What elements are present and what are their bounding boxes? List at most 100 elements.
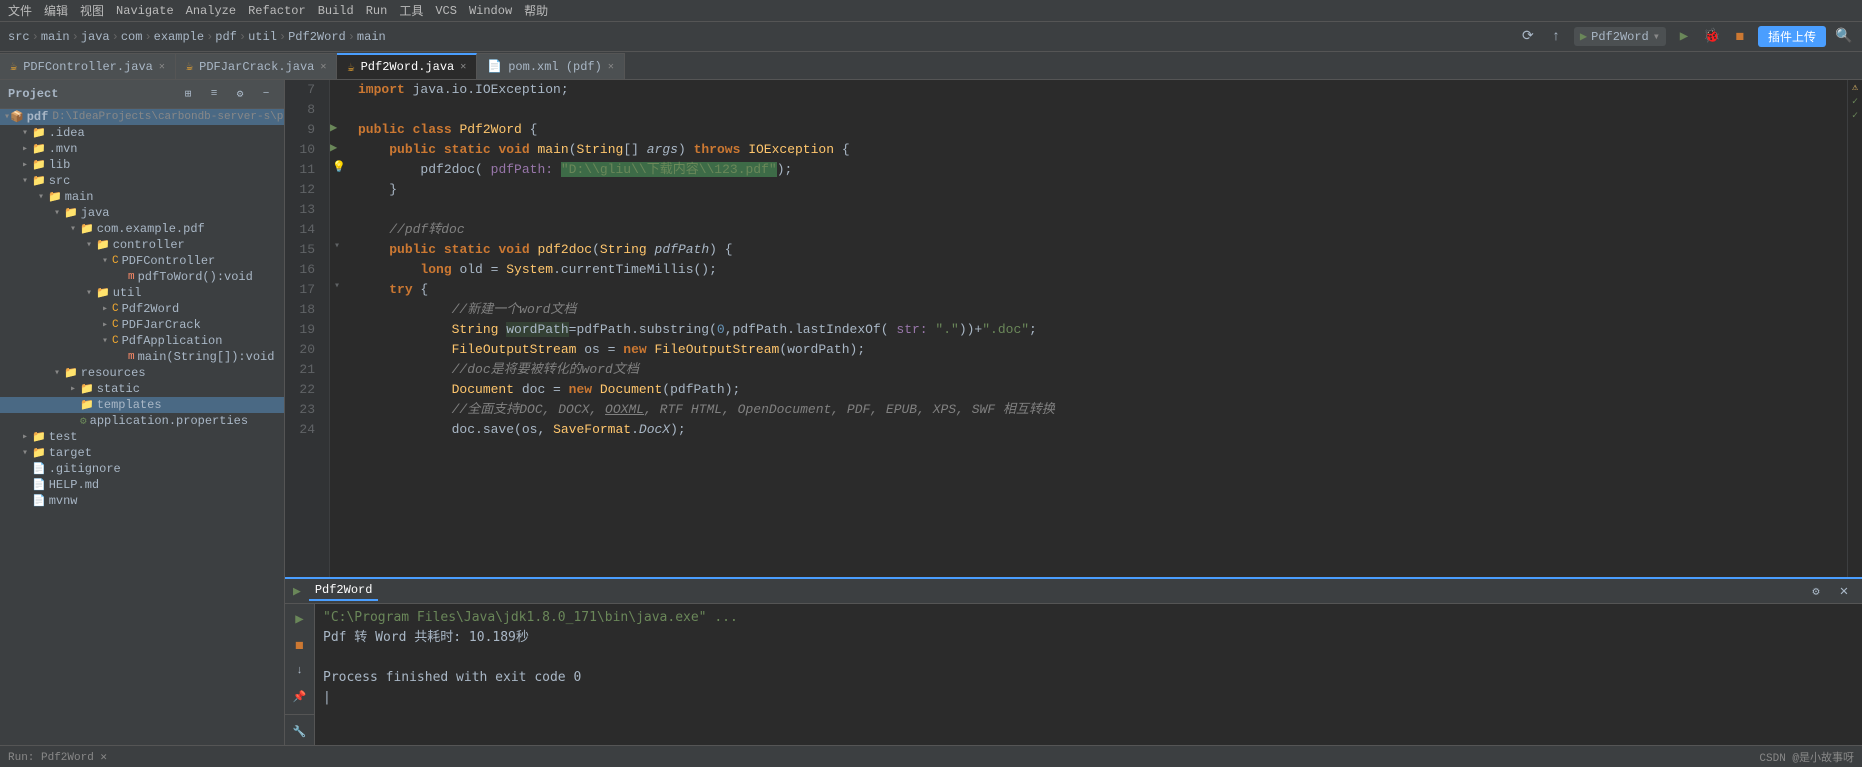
menu-navigate[interactable]: Navigate [116, 4, 174, 18]
close-icon[interactable]: ✕ [460, 61, 466, 73]
search-button[interactable]: 🔍 [1834, 27, 1854, 47]
run-settings-icon[interactable]: ⚙ [1806, 581, 1826, 601]
tab-pom-xml[interactable]: 📄 pom.xml (pdf) ✕ [477, 53, 625, 79]
right-gutter: ⚠ ✓ ✓ [1847, 80, 1862, 577]
stop-button[interactable]: ◼ [1730, 27, 1750, 47]
tree-label: templates [97, 398, 162, 412]
tree-resources[interactable]: ▾ 📁 resources [0, 365, 284, 381]
run-tab-pdf2word[interactable]: Pdf2Word [309, 581, 379, 601]
tab-label: Pdf2Word.java [361, 60, 455, 74]
menu-help[interactable]: 帮助 [524, 2, 548, 19]
sidebar-icon1[interactable]: ⊞ [178, 84, 198, 104]
menu-vcs[interactable]: VCS [435, 4, 457, 18]
run-filter-btn[interactable]: 🔧 [289, 721, 311, 743]
tree-src[interactable]: ▾ 📁 src [0, 173, 284, 189]
menu-edit[interactable]: 编辑 [44, 2, 68, 19]
tree-templates[interactable]: 📁 templates [0, 397, 284, 413]
breadcrumb-main[interactable]: main [41, 30, 70, 44]
resources-icon: 📁 [64, 366, 78, 380]
menu-file[interactable]: 文件 [8, 2, 32, 19]
code-content[interactable]: import java.io.IOException; public class… [350, 80, 1847, 577]
java-icon: C [112, 319, 119, 331]
run-output: "C:\Program Files\Java\jdk1.8.0_171\bin\… [315, 604, 1862, 745]
breadcrumb-example[interactable]: example [154, 30, 204, 44]
tab-pdf2word[interactable]: ☕ Pdf2Word.java ✕ [337, 53, 477, 79]
vcs-update-icon[interactable]: ⟳ [1518, 27, 1538, 47]
tree-pdfjarcrack-class[interactable]: ▸ C PDFJarCrack [0, 317, 284, 333]
run-arrow-9[interactable]: ▶ [330, 120, 337, 135]
menu-build[interactable]: Build [318, 4, 354, 18]
breadcrumb-pdf2word[interactable]: Pdf2Word [288, 30, 346, 44]
sidebar-icon2[interactable]: ≡ [204, 84, 224, 104]
run-stop-btn[interactable]: ◼ [289, 634, 311, 656]
tree-app-properties[interactable]: ⚙ application.properties [0, 413, 284, 429]
tree-gitignore[interactable]: 📄 .gitignore [0, 461, 284, 477]
menu-refactor[interactable]: Refactor [248, 4, 306, 18]
tree-mvn[interactable]: ▸ 📁 .mvn [0, 141, 284, 157]
tab-pdf-controller[interactable]: ☕ PDFController.java ✕ [0, 53, 176, 79]
tree-controller[interactable]: ▾ 📁 controller [0, 237, 284, 253]
sidebar-minimize[interactable]: − [256, 84, 276, 104]
run-restart-btn[interactable]: ▶ [289, 608, 311, 630]
divider [285, 714, 314, 715]
menu-run[interactable]: Run [366, 4, 388, 18]
tree-mvnw[interactable]: 📄 mvnw [0, 493, 284, 509]
tree-main[interactable]: ▾ 📁 main [0, 189, 284, 205]
tree-pdfcontroller[interactable]: ▾ C PDFController [0, 253, 284, 269]
file-icon: 📄 [32, 494, 46, 508]
tree-pdftoword-method[interactable]: m pdfToWord():void [0, 269, 284, 285]
tree-label: src [49, 174, 71, 188]
breadcrumb-src[interactable]: src [8, 30, 30, 44]
run-close-icon[interactable]: ✕ [1834, 581, 1854, 601]
tree-lib[interactable]: ▸ 📁 lib [0, 157, 284, 173]
run-pin-btn[interactable]: 📌 [289, 686, 311, 708]
run-sidebar: ▶ ◼ ↓ 📌 🔧 🗑 [285, 604, 315, 745]
debug-button[interactable]: 🐞 [1702, 27, 1722, 47]
close-icon[interactable]: ✕ [608, 61, 614, 73]
file-icon: 📄 [32, 478, 46, 492]
tree-main-method[interactable]: m main(String[]):void [0, 349, 284, 365]
run-panel-header: ▶ Pdf2Word ⚙ ✕ [285, 579, 1862, 604]
tree-util[interactable]: ▾ 📁 util [0, 285, 284, 301]
run-config[interactable]: ▶ Pdf2Word ▾ [1574, 27, 1666, 46]
tree-pdfapplication-class[interactable]: ▾ C PdfApplication [0, 333, 284, 349]
tree-java[interactable]: ▾ 📁 java [0, 205, 284, 221]
tree-label: .mvn [49, 142, 78, 156]
tree-target[interactable]: ▾ 📁 target [0, 445, 284, 461]
toolbar-right: ⟳ ↑ ▶ Pdf2Word ▾ ▶ 🐞 ◼ 插件上传 🔍 [1518, 26, 1854, 47]
tree-static[interactable]: ▸ 📁 static [0, 381, 284, 397]
editor-area: 7 8 9 10 11 12 13 14 15 16 17 18 19 20 2… [285, 80, 1862, 745]
menu-window[interactable]: Window [469, 4, 512, 18]
lightbulb-icon[interactable]: 💡 [332, 160, 346, 174]
tree-helpmd[interactable]: 📄 HELP.md [0, 477, 284, 493]
tree-root-pdf[interactable]: ▾ 📦 pdf D:\IdeaProjects\carbondb-server-… [0, 109, 284, 125]
cursor: | [323, 690, 331, 705]
tree-idea[interactable]: ▾ 📁 .idea [0, 125, 284, 141]
tree-pdf2word-class[interactable]: ▸ C Pdf2Word [0, 301, 284, 317]
menu-analyze[interactable]: Analyze [186, 4, 236, 18]
tree-test[interactable]: ▸ 📁 test [0, 429, 284, 445]
tree-com-example[interactable]: ▾ 📁 com.example.pdf [0, 221, 284, 237]
sidebar-icon3[interactable]: ⚙ [230, 84, 250, 104]
vcs-push-icon[interactable]: ↑ [1546, 27, 1566, 47]
tab-pdf-jar-crack[interactable]: ☕ PDFJarCrack.java ✕ [176, 53, 337, 79]
breadcrumb-java[interactable]: java [81, 30, 110, 44]
run-button[interactable]: ▶ [1674, 27, 1694, 47]
run-panel: ▶ Pdf2Word ⚙ ✕ ▶ ◼ ↓ 📌 🔧 🗑 "C:\Program F… [285, 577, 1862, 745]
close-icon[interactable]: ✕ [159, 61, 165, 73]
breadcrumb-util[interactable]: util [248, 30, 277, 44]
menu-tools[interactable]: 工具 [399, 2, 423, 19]
breadcrumb-pdf[interactable]: pdf [215, 30, 237, 44]
breadcrumb-main[interactable]: main [357, 30, 386, 44]
fold-icon[interactable]: ▾ [334, 240, 340, 252]
breadcrumb-com[interactable]: com [121, 30, 143, 44]
ok-mark-1: ✓ [1852, 96, 1858, 108]
run-arrow-10[interactable]: ▶ [330, 140, 337, 155]
run-scroll-btn[interactable]: ↓ [289, 660, 311, 682]
folder-icon: 📁 [80, 222, 94, 236]
fold-icon[interactable]: ▾ [334, 280, 340, 292]
close-icon[interactable]: ✕ [320, 61, 326, 73]
menu-view[interactable]: 视图 [80, 2, 104, 19]
tree-label: controller [113, 238, 185, 252]
upload-button[interactable]: 插件上传 [1758, 26, 1826, 47]
